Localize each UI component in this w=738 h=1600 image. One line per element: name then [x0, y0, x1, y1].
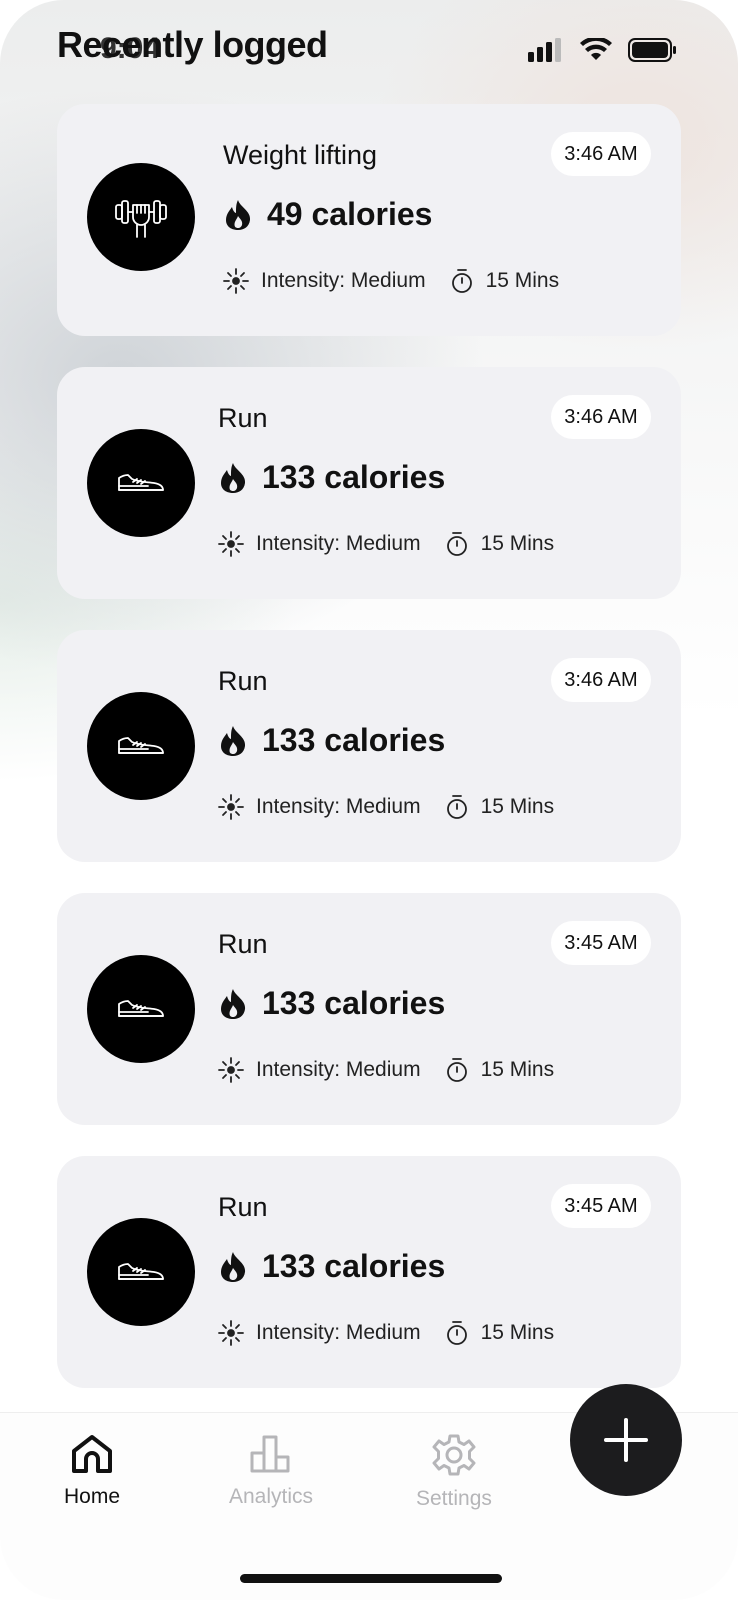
- wifi-icon: [580, 38, 612, 60]
- nav-settings-label: Settings: [416, 1487, 492, 1510]
- activity-avatar: [87, 692, 195, 800]
- activity-card[interactable]: Weight lifting 3:46 AM 49 calories Inten…: [57, 104, 681, 336]
- home-icon: [72, 1435, 113, 1473]
- stopwatch-icon: [446, 1321, 467, 1345]
- home-indicator: [240, 1574, 502, 1583]
- calories-value: 133 calories: [262, 1248, 446, 1284]
- stopwatch-icon: [446, 532, 467, 556]
- plus-icon: [604, 1418, 648, 1462]
- meta-row: Intensity: Medium 15 Mins: [218, 531, 554, 557]
- meta-row: Intensity: Medium 15 Mins: [218, 1320, 554, 1346]
- intensity-label: Intensity: Medium: [256, 795, 421, 818]
- activity-name: Run: [218, 666, 268, 696]
- nav-home[interactable]: Home: [64, 1433, 120, 1509]
- status-icons: [528, 38, 678, 62]
- time-badge: 3:45 AM: [551, 921, 651, 965]
- flame-icon: [221, 1251, 246, 1282]
- time-badge: 3:46 AM: [551, 132, 651, 176]
- intensity-icon: [223, 268, 249, 294]
- meta-row: Intensity: Medium 15 Mins: [218, 794, 554, 820]
- duration-label: 15 Mins: [480, 1058, 555, 1081]
- intensity-icon: [218, 794, 244, 820]
- calories-row: 133 calories: [218, 1248, 445, 1285]
- flame-icon: [226, 199, 251, 230]
- dumbbell-icon: [115, 200, 167, 238]
- activity-card[interactable]: Run 3:45 AM 133 calories Intensity: Medi…: [57, 1156, 681, 1388]
- meta-row: Intensity: Medium 15 Mins: [218, 1057, 554, 1083]
- activity-avatar: [87, 1218, 195, 1326]
- time-badge: 3:46 AM: [551, 658, 651, 702]
- time-badge: 3:46 AM: [551, 395, 651, 439]
- intensity-label: Intensity: Medium: [261, 269, 426, 292]
- add-activity-button[interactable]: [570, 1384, 682, 1496]
- activity-card[interactable]: Run 3:46 AM 133 calories Intensity: Medi…: [57, 630, 681, 862]
- activity-avatar: [87, 163, 195, 271]
- activity-avatar: [87, 955, 195, 1063]
- activity-name: Run: [218, 403, 268, 433]
- shoe-icon: [118, 737, 164, 754]
- activity-name: Run: [218, 1192, 268, 1222]
- activity-card[interactable]: Run 3:46 AM 133 calories Intensity: Medi…: [57, 367, 681, 599]
- intensity-label: Intensity: Medium: [256, 1321, 421, 1344]
- calories-value: 133 calories: [262, 722, 446, 758]
- activity-avatar: [87, 429, 195, 537]
- shoe-icon: [118, 474, 164, 491]
- meta-row: Intensity: Medium 15 Mins: [223, 268, 559, 294]
- page-title: Recently logged: [57, 24, 328, 65]
- calories-row: 133 calories: [218, 459, 445, 496]
- duration-label: 15 Mins: [480, 532, 555, 555]
- flame-icon: [221, 462, 246, 493]
- stopwatch-icon: [446, 795, 467, 819]
- flame-icon: [221, 725, 246, 756]
- shoe-icon: [118, 1000, 164, 1017]
- status-time: 9:04: [100, 32, 161, 65]
- calories-row: 133 calories: [218, 985, 445, 1022]
- duration-label: 15 Mins: [480, 795, 555, 818]
- stopwatch-icon: [451, 269, 472, 293]
- nav-analytics-label: Analytics: [229, 1485, 314, 1508]
- intensity-icon: [218, 1057, 244, 1083]
- nav-analytics[interactable]: Analytics: [229, 1433, 313, 1509]
- shoe-icon: [118, 1263, 164, 1280]
- battery-icon: [628, 38, 676, 62]
- activity-name: Run: [218, 929, 268, 959]
- calories-value: 133 calories: [262, 985, 446, 1021]
- bar-chart-icon: [250, 1435, 290, 1473]
- stopwatch-icon: [446, 1058, 467, 1082]
- cellular-signal-icon: [528, 38, 561, 62]
- activity-name: Weight lifting: [223, 140, 378, 170]
- intensity-icon: [218, 1320, 244, 1346]
- duration-label: 15 Mins: [480, 1321, 555, 1344]
- intensity-icon: [218, 531, 244, 557]
- intensity-label: Intensity: Medium: [256, 532, 421, 555]
- nav-home-label: Home: [64, 1485, 121, 1508]
- intensity-label: Intensity: Medium: [256, 1058, 421, 1081]
- screen: Recently logged 9:04 Weight lifting 3:46…: [0, 0, 738, 1600]
- activity-card[interactable]: Run 3:45 AM 133 calories Intensity: Medi…: [57, 893, 681, 1125]
- calories-row: 49 calories: [223, 196, 432, 233]
- duration-label: 15 Mins: [485, 269, 560, 292]
- calories-row: 133 calories: [218, 722, 445, 759]
- gear-icon: [432, 1434, 476, 1476]
- calories-value: 133 calories: [262, 459, 446, 495]
- flame-icon: [221, 988, 246, 1019]
- nav-settings[interactable]: Settings: [416, 1433, 492, 1511]
- time-badge: 3:45 AM: [551, 1184, 651, 1228]
- calories-value: 49 calories: [267, 196, 433, 232]
